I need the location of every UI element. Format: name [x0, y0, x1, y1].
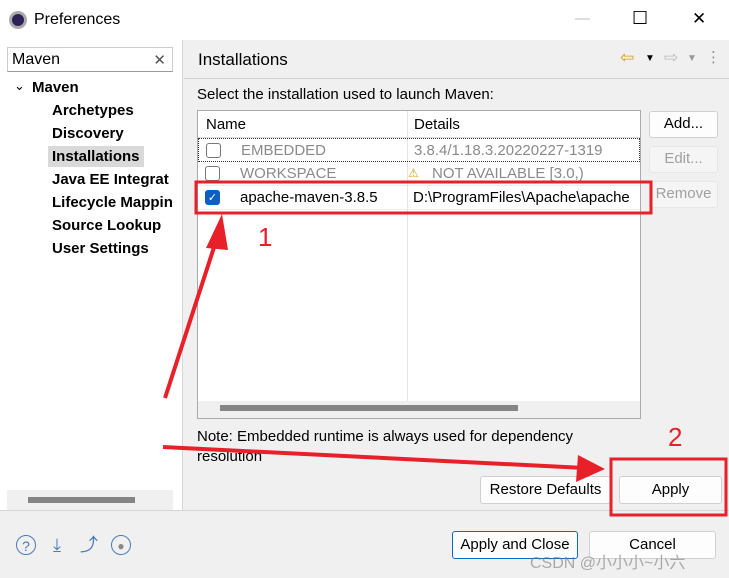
highlight-box-1 — [194, 180, 653, 215]
arrow-2 — [162, 445, 586, 470]
watermark: CSDN @小小小~小六 — [530, 555, 686, 572]
arrow-1-head — [206, 214, 228, 250]
arrow-2-head — [576, 455, 605, 482]
annotation-overlay — [162, 180, 728, 517]
annotation-2: 2 — [668, 422, 683, 452]
highlight-box-2 — [609, 457, 728, 517]
annotation-1: 1 — [258, 222, 273, 252]
arrow-1 — [163, 234, 220, 399]
